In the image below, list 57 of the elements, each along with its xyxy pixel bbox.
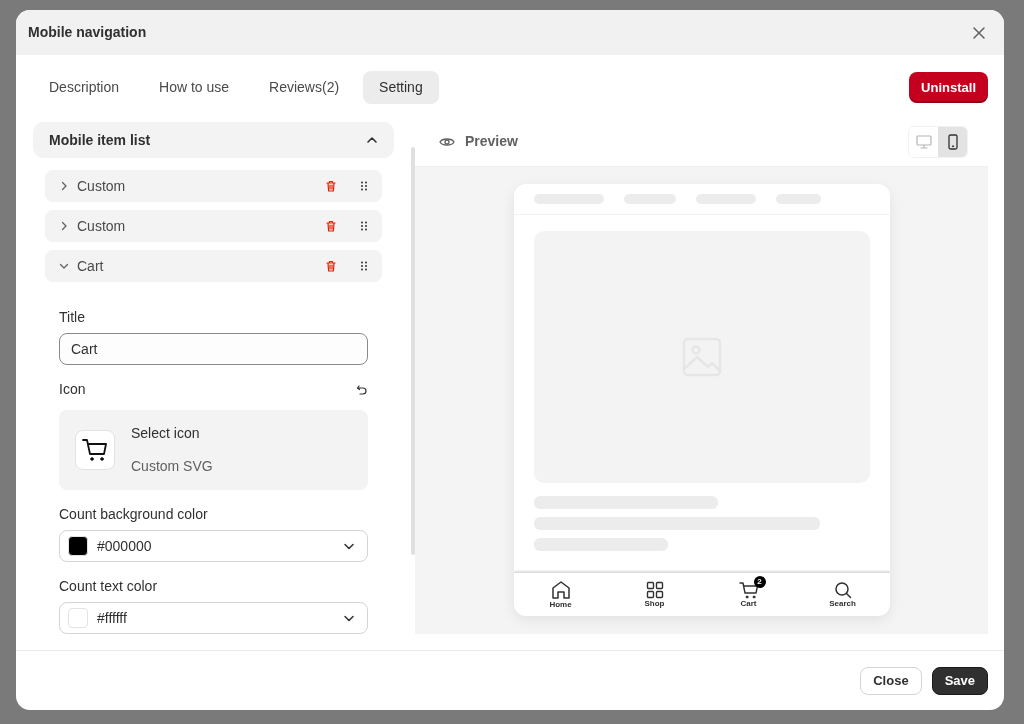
color-value: #000000	[97, 536, 153, 556]
delete-icon	[326, 220, 336, 232]
section-header[interactable]: Mobile item list	[33, 122, 394, 158]
color-value: #ffffff	[97, 608, 128, 628]
tab[interactable]: How to use	[143, 71, 246, 104]
nav-label: Shop	[644, 600, 665, 608]
uninstall-button[interactable]: Uninstall	[909, 71, 988, 104]
color-field[interactable]: #ffffff	[59, 602, 368, 634]
footer-button[interactable]: Save	[931, 666, 988, 695]
list-item[interactable]: Custom	[45, 170, 382, 202]
icon-selector-title: Select icon	[131, 424, 201, 443]
chevron-down-icon	[59, 261, 69, 271]
device-toggle[interactable]	[938, 126, 967, 157]
nav-label: Home	[549, 601, 572, 609]
home-icon	[550, 580, 571, 600]
delete-icon	[326, 180, 336, 192]
drag-handle-icon	[360, 261, 368, 271]
mobile-icon	[946, 133, 959, 150]
tab[interactable]: Reviews(2)	[253, 71, 356, 104]
eye-icon	[439, 135, 455, 148]
title-field[interactable]: Cart	[59, 333, 368, 365]
color-swatch	[68, 536, 88, 556]
chevron-up-icon	[366, 134, 378, 146]
icon-selector[interactable]: Select icon Custom SVG	[59, 410, 368, 490]
item-label: Custom	[77, 176, 127, 196]
nav-label: Search	[829, 600, 856, 608]
field-label: Count text color	[59, 577, 159, 596]
tab[interactable]: Setting	[363, 71, 439, 104]
list-item[interactable]: Custom	[45, 210, 382, 242]
chevron-right-icon	[59, 221, 69, 231]
tab[interactable]: Description	[33, 71, 136, 104]
chevron-right-icon	[59, 181, 69, 191]
item-label: Cart	[77, 256, 105, 276]
desktop-icon	[915, 134, 932, 149]
item-label: Custom	[77, 216, 127, 236]
field-label: Title	[59, 308, 86, 327]
search-icon	[833, 581, 852, 599]
delete-icon	[326, 260, 336, 272]
list-item[interactable]: Cart	[45, 250, 382, 282]
close-icon	[972, 25, 986, 40]
icon-selector-subtitle: Custom SVG	[131, 457, 213, 476]
drag-handle-icon	[360, 221, 368, 231]
count-badge: 2	[753, 576, 766, 588]
color-swatch	[68, 608, 88, 628]
color-field[interactable]: #000000	[59, 530, 368, 562]
cart-icon	[82, 438, 108, 462]
grid-icon	[645, 581, 664, 599]
reset-icon	[356, 383, 368, 396]
footer-button[interactable]: Close	[860, 666, 922, 695]
preview-title: Preview	[465, 132, 518, 151]
nav-label: Cart	[740, 600, 757, 608]
field-label: Count background color	[59, 505, 209, 524]
section-title: Mobile item list	[49, 130, 151, 150]
cart-icon	[738, 581, 759, 599]
modal-title: Mobile navigation	[28, 23, 147, 42]
field-label: Icon	[59, 380, 86, 399]
drag-handle-icon	[360, 181, 368, 191]
